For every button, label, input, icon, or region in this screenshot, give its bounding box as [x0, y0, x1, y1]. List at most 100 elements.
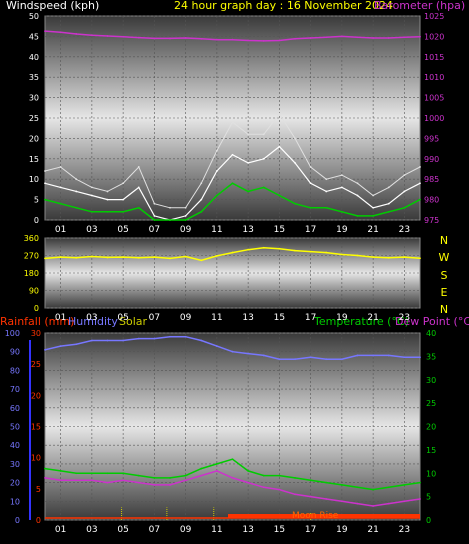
- humidity-series-point: [325, 358, 328, 361]
- humidity-series-point: [262, 354, 265, 357]
- windspeed-series-point: [262, 157, 265, 160]
- windgust-series-point: [59, 166, 62, 168]
- temperature-series-point: [403, 484, 406, 486]
- temp-x-tick-label: 05: [117, 525, 128, 535]
- barometer-y-tick-label: 1020: [424, 32, 444, 41]
- temp-x-tick-label: 07: [149, 525, 160, 535]
- windgust-series-point: [372, 194, 375, 197]
- direction-x-tick-label: 07: [149, 313, 160, 323]
- dewpoint-series-point: [169, 484, 171, 486]
- temperature-series-point: [137, 474, 140, 477]
- direction-series-point: [59, 256, 62, 258]
- compass-label: E: [441, 286, 448, 299]
- barometer-y-tick-label: 985: [424, 175, 439, 184]
- windgust-series-point: [44, 170, 46, 172]
- temp-x-tick-label: 15: [274, 525, 285, 535]
- barometer-y-tick-label: 1025: [424, 12, 444, 21]
- barometer-series-point: [387, 37, 390, 39]
- windavg-series-point: [309, 206, 312, 209]
- direction-series-point: [294, 249, 296, 252]
- humidity-series-point: [387, 354, 390, 357]
- temp-x-tick-label: 09: [180, 525, 192, 535]
- humidity-series-point: [215, 345, 218, 347]
- windspeed-series-point: [44, 182, 46, 185]
- windspeed-series-point: [247, 161, 250, 164]
- barometer-series-point: [325, 36, 328, 39]
- temperature-series-point: [215, 463, 218, 465]
- wind-y-tick-label: 10: [29, 175, 39, 184]
- dewpoint-series-point: [215, 470, 218, 472]
- direction-x-tick-label: 11: [211, 313, 222, 323]
- dewpoint-series-point: [356, 502, 359, 505]
- temperature-y-tick-label: 15: [426, 446, 436, 455]
- dewpoint-series-point: [137, 481, 140, 484]
- rainfall-y-tick-label: 0: [36, 516, 41, 525]
- windgust-series-point: [215, 149, 218, 152]
- windspeed-series-point: [309, 182, 312, 185]
- windspeed-series-point: [122, 198, 125, 201]
- wind-x-tick-label: 19: [336, 225, 348, 235]
- rainfall-y-tick-label: 20: [31, 391, 41, 400]
- temperature-y-tick-label: 40: [426, 329, 436, 338]
- windavg-series-point: [419, 198, 421, 201]
- temperature-series-point: [325, 481, 328, 484]
- barometer-y-tick-label: 995: [424, 134, 439, 143]
- barometer-series-point: [153, 37, 156, 40]
- windspeed-series-point: [153, 215, 156, 217]
- windgust-series-point: [90, 186, 93, 189]
- barometer-y-tick-label: 1005: [424, 94, 444, 103]
- wind-y-tick-label: 15: [29, 155, 39, 164]
- rainfall-y-tick-label: 25: [31, 360, 41, 369]
- wind-x-tick-label: 17: [305, 225, 316, 235]
- humidity-y-tick-label: 60: [10, 404, 20, 413]
- wind-x-tick-label: 03: [86, 225, 97, 235]
- compass-label: W: [439, 251, 450, 264]
- temperature-y-tick-label: 25: [426, 399, 436, 408]
- direction-series-point: [122, 256, 125, 258]
- wind-x-tick-label: 05: [117, 225, 128, 235]
- barometer-series-point: [44, 30, 46, 32]
- barometer-y-tick-label: 1015: [424, 53, 444, 62]
- dewpoint-series-point: [372, 505, 375, 507]
- windavg-series-point: [184, 219, 187, 221]
- windspeed-series-point: [419, 182, 421, 185]
- windavg-series-point: [200, 210, 203, 213]
- windavg-series-point: [215, 194, 218, 197]
- windspeed-series-point: [106, 198, 109, 201]
- barometer-series-point: [309, 37, 312, 39]
- windavg-series-point: [75, 206, 78, 209]
- direction-series-point: [419, 257, 421, 260]
- temp-x-tick-label: 17: [305, 525, 316, 535]
- barometer-series-point: [169, 37, 171, 40]
- direction-x-tick-label: 03: [86, 313, 97, 323]
- humidity-series-point: [372, 354, 375, 357]
- dewpoint-series-point: [153, 484, 156, 486]
- temperature-series-point: [262, 474, 265, 477]
- humidity-series-point: [200, 339, 203, 342]
- windavg-series-point: [294, 202, 296, 205]
- barometer-series-point: [340, 35, 343, 38]
- direction-series-point: [231, 251, 234, 254]
- direction-series-point: [325, 251, 328, 254]
- barometer-series-point: [106, 35, 109, 37]
- humidity-series-point: [309, 356, 312, 359]
- humidity-series-point: [59, 345, 62, 347]
- windavg-series-point: [372, 215, 375, 217]
- windgust-series-point: [294, 137, 296, 140]
- temp-x-tick-label: 19: [336, 525, 348, 535]
- direction-series-point: [372, 256, 375, 258]
- dewpoint-series-point: [106, 481, 109, 484]
- windavg-series-point: [106, 210, 109, 213]
- temperature-series-point: [247, 470, 250, 472]
- windspeed-series-point: [372, 206, 375, 209]
- wind-x-tick-label: 23: [399, 225, 410, 235]
- barometer-series-point: [122, 35, 125, 38]
- barometer-series-point: [356, 36, 359, 39]
- barometer-series-point: [262, 39, 265, 42]
- humidity-series-point: [231, 350, 234, 353]
- barometer-y-tick-label: 1000: [424, 114, 444, 123]
- direction-series-point: [278, 247, 281, 250]
- direction-x-tick-label: 09: [180, 313, 192, 323]
- temperature-y-tick-label: 0: [426, 516, 431, 525]
- wind-x-tick-label: 13: [242, 225, 253, 235]
